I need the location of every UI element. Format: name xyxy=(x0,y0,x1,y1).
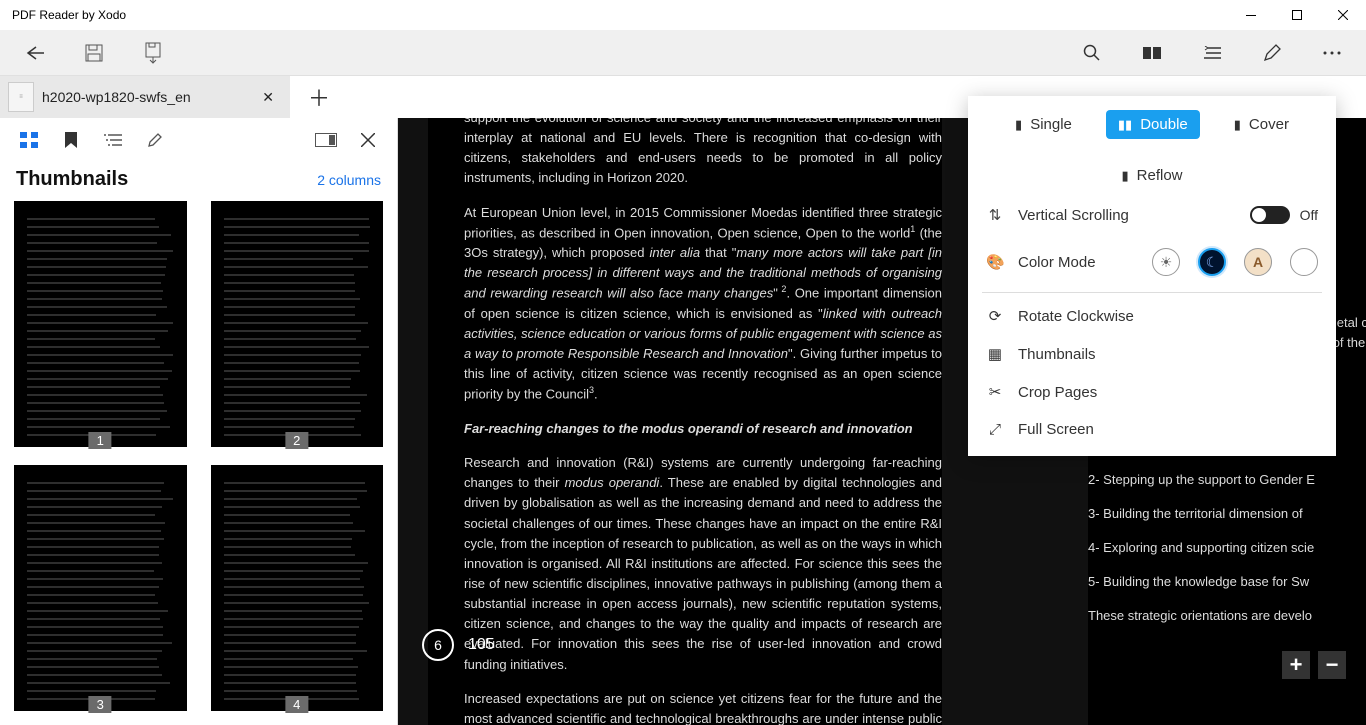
mode-cover[interactable]: ▮Cover xyxy=(1222,110,1301,139)
view-settings-button[interactable] xyxy=(1182,30,1242,76)
current-page[interactable]: 6 xyxy=(422,629,454,661)
mode-double[interactable]: ▮▮Double xyxy=(1106,110,1200,139)
bookmark-tool-button[interactable] xyxy=(1122,30,1182,76)
cover-icon: ▮ xyxy=(1234,117,1241,133)
thumbnails-title: Thumbnails xyxy=(16,168,128,191)
single-icon: ▮ xyxy=(1015,117,1022,133)
pencil-icon xyxy=(1263,44,1281,62)
layout-icon xyxy=(315,133,337,147)
layout-toggle-button[interactable] xyxy=(305,118,347,162)
outline-tab[interactable] xyxy=(92,118,134,162)
minimize-icon xyxy=(1246,15,1256,16)
paragraph: support the evolution of science and soc… xyxy=(464,118,942,189)
palette-icon: 🎨 xyxy=(986,253,1004,271)
close-button[interactable] xyxy=(1320,0,1366,30)
color-none[interactable] xyxy=(1290,248,1318,276)
page-left: support the evolution of science and soc… xyxy=(428,118,942,725)
color-light[interactable]: ☀ xyxy=(1152,248,1180,276)
double-icon: ▮▮ xyxy=(1118,117,1132,133)
new-tab-button[interactable]: ＋ xyxy=(290,76,348,118)
rotate-clockwise-action[interactable]: ⟳Rotate Clockwise xyxy=(968,297,1336,335)
paragraph: At European Union level, in 2015 Commiss… xyxy=(464,203,942,405)
crop-pages-action[interactable]: ✂Crop Pages xyxy=(968,373,1336,411)
annotate-button[interactable] xyxy=(1242,30,1302,76)
full-screen-action[interactable]: ⤢Full Screen xyxy=(968,411,1336,448)
zoom-controls: + − xyxy=(1282,651,1346,679)
title-bar: PDF Reader by Xodo xyxy=(0,0,1366,30)
thumbnail-4[interactable]: 4 xyxy=(211,465,384,711)
thumbnails-header: Thumbnails 2 columns xyxy=(0,162,397,201)
document-icon: ≡ xyxy=(8,82,34,112)
thumbnail-1[interactable]: 1 xyxy=(14,201,187,447)
app-title: PDF Reader by Xodo xyxy=(12,8,126,22)
total-pages: 105 xyxy=(468,636,495,654)
back-icon xyxy=(24,45,44,61)
view-settings-popover: ▮Single ▮▮Double ▮Cover ▮Reflow ⇅Vertica… xyxy=(968,96,1336,456)
columns-toggle[interactable]: 2 columns xyxy=(317,172,381,188)
vertical-scroll-toggle[interactable] xyxy=(1250,206,1290,224)
bookmarks-tab[interactable] xyxy=(50,118,92,162)
search-button[interactable] xyxy=(1062,30,1122,76)
grid-icon xyxy=(20,132,38,148)
annotations-tab[interactable] xyxy=(134,118,176,162)
zoom-out-button[interactable]: − xyxy=(1318,651,1346,679)
scroll-icon: ⇅ xyxy=(986,206,1004,224)
panel-toolbar xyxy=(0,118,397,162)
color-dark[interactable]: ☾ xyxy=(1198,248,1226,276)
thumbnails-grid: 1 2 3 4 5 6 xyxy=(0,201,397,725)
maximize-icon xyxy=(1292,10,1302,20)
paragraph: Increased expectations are put on scienc… xyxy=(464,689,942,725)
thumbnails-sidebar: Thumbnails 2 columns 1 2 3 4 5 6 xyxy=(0,118,398,725)
crop-icon: ✂ xyxy=(986,383,1004,401)
tab-close-button[interactable]: ✕ xyxy=(258,85,278,110)
reflow-icon: ▮ xyxy=(1121,168,1128,184)
grid-icon: ▦ xyxy=(986,345,1004,363)
thumbnail-3[interactable]: 3 xyxy=(14,465,187,711)
more-button[interactable] xyxy=(1302,30,1362,76)
save-as-icon xyxy=(145,42,163,64)
color-mode-row: 🎨Color Mode ☀ ☾ A xyxy=(968,236,1336,288)
close-icon xyxy=(1338,10,1348,20)
document-tab[interactable]: ≡ h2020-wp1820-swfs_en ✕ xyxy=(0,76,290,118)
maximize-button[interactable] xyxy=(1274,0,1320,30)
zoom-in-button[interactable]: + xyxy=(1282,651,1310,679)
back-button[interactable] xyxy=(4,30,64,76)
rotate-icon: ⟳ xyxy=(986,307,1004,325)
save-as-button[interactable] xyxy=(124,30,184,76)
toggle-state: Off xyxy=(1300,207,1318,223)
thumbnails-tab[interactable] xyxy=(8,118,50,162)
paragraph: Research and innovation (R&I) systems ar… xyxy=(464,453,942,675)
close-panel-button[interactable] xyxy=(347,118,389,162)
minimize-button[interactable] xyxy=(1228,0,1274,30)
bookmark-icon xyxy=(65,132,77,148)
mode-reflow[interactable]: ▮Reflow xyxy=(1109,161,1194,190)
window-controls xyxy=(1228,0,1366,30)
close-icon xyxy=(361,133,375,147)
fullscreen-icon: ⤢ xyxy=(986,421,1004,438)
view-settings-icon xyxy=(1203,46,1221,60)
vertical-scrolling-row: ⇅Vertical Scrolling Off xyxy=(968,194,1336,236)
tab-label: h2020-wp1820-swfs_en xyxy=(42,89,250,105)
pencil-icon xyxy=(147,132,163,148)
thumbnails-action[interactable]: ▦Thumbnails xyxy=(968,335,1336,373)
thumbnail-2[interactable]: 2 xyxy=(211,201,384,447)
heading: Far-reaching changes to the modus operan… xyxy=(464,419,942,439)
main-toolbar xyxy=(0,30,1366,76)
color-sepia[interactable]: A xyxy=(1244,248,1272,276)
divider xyxy=(982,292,1322,293)
page-indicator: 6 105 xyxy=(422,629,495,661)
save-button[interactable] xyxy=(64,30,124,76)
bookmark-tool-icon xyxy=(1143,45,1161,61)
outline-icon xyxy=(104,133,122,147)
mode-single[interactable]: ▮Single xyxy=(1003,110,1084,139)
search-icon xyxy=(1083,44,1101,62)
save-icon xyxy=(85,44,103,62)
more-icon xyxy=(1323,51,1341,55)
